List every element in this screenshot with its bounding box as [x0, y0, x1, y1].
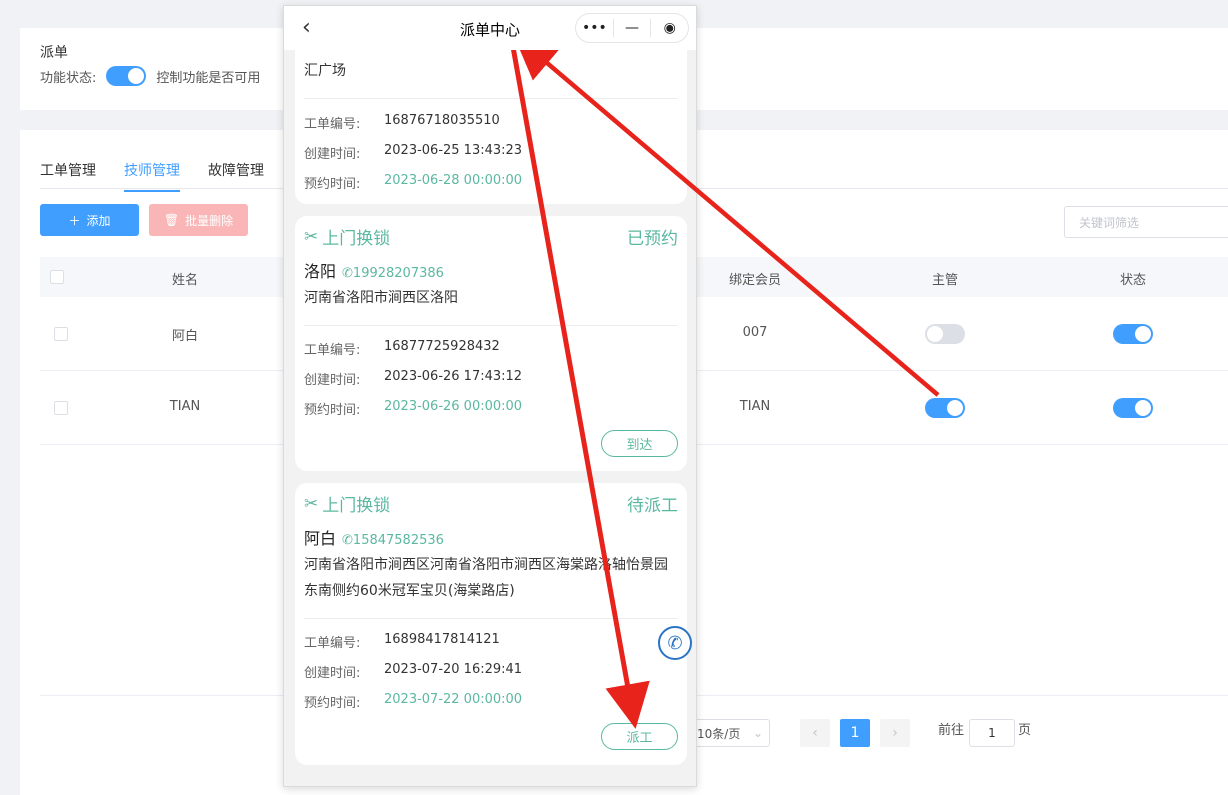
order-divider — [304, 325, 677, 326]
page-size-value: 10条/页 — [697, 726, 741, 741]
function-status-row: 功能状态: 控制功能是否可用 — [40, 66, 260, 86]
booking-label: 预约时间: — [304, 177, 361, 192]
page-size-select[interactable]: 10条/页 ⌄ — [690, 719, 770, 747]
service-type: ✂ 上门换锁 — [304, 224, 391, 250]
trash-icon: 🗑 — [163, 213, 180, 227]
order-no-label: 工单编号: — [304, 117, 361, 132]
function-status-label: 功能状态: — [40, 70, 97, 86]
customer-phone[interactable]: ✆15847582536 — [342, 533, 444, 548]
order-card: ✂ 上门换锁 待派工 阿白 ✆15847582536 河南省洛阳市涧西区河南省洛… — [295, 483, 687, 765]
order-status: 待派工 — [627, 496, 678, 516]
next-page-button[interactable]: › — [880, 719, 910, 747]
service-type: ✂ 上门换锁 — [304, 491, 391, 517]
booking-value: 2023-07-22 00:00:00 — [384, 692, 523, 707]
manager-toggle[interactable] — [925, 324, 965, 344]
row-member: 007 — [742, 325, 768, 340]
row-name: 阿白 — [171, 329, 199, 344]
chevron-down-icon: ⌄ — [752, 726, 763, 740]
created-value: 2023-06-26 17:43:12 — [384, 369, 523, 384]
col-member: 绑定会员 — [728, 273, 782, 288]
service-label: 上门换锁 — [322, 229, 391, 249]
arrive-button[interactable]: 到达 — [601, 430, 678, 457]
goto-label: 前往 — [938, 723, 965, 738]
phone-icon: ✆ — [342, 266, 353, 281]
booking-label: 预约时间: — [304, 403, 361, 418]
goto-page-input[interactable]: 1 — [969, 719, 1015, 747]
batch-delete-button[interactable]: 🗑 批量删除 — [149, 204, 248, 236]
created-label: 创建时间: — [304, 666, 361, 681]
created-label: 创建时间: — [304, 373, 361, 388]
close-circle-icon[interactable]: ◉ — [651, 20, 688, 36]
more-icon[interactable]: ••• — [576, 20, 613, 36]
row-checkbox[interactable] — [54, 401, 68, 415]
customer-name: 阿白 — [304, 529, 337, 548]
wrench-icon: ✂ — [304, 493, 319, 514]
select-all-checkbox[interactable] — [50, 270, 64, 284]
keyword-search-input[interactable]: 关键词筛选 — [1064, 206, 1228, 238]
wrench-icon: ✂ — [304, 226, 319, 247]
customer-info: 阿白 ✆15847582536 — [304, 525, 444, 549]
function-status-toggle[interactable] — [106, 66, 147, 86]
row-member: TIAN — [739, 399, 771, 414]
created-value: 2023-07-20 16:29:41 — [384, 662, 523, 677]
order-address: 汇广场 — [304, 63, 346, 79]
section-title: 派单 — [40, 45, 68, 61]
order-no-value: 16877725928432 — [384, 339, 500, 354]
created-value: 2023-06-25 13:43:23 — [384, 143, 523, 158]
order-no-label: 工单编号: — [304, 343, 361, 358]
order-no-value: 16898417814121 — [384, 632, 500, 647]
customer-name: 洛阳 — [304, 262, 337, 281]
col-name: 姓名 — [171, 273, 199, 288]
created-label: 创建时间: — [304, 147, 361, 162]
page-number-current[interactable]: 1 — [840, 719, 870, 747]
customer-phone[interactable]: ✆19928207386 — [342, 266, 444, 281]
row-name: TIAN — [169, 399, 201, 414]
booking-label: 预约时间: — [304, 696, 361, 711]
manager-toggle[interactable] — [925, 398, 965, 418]
order-no-label: 工单编号: — [304, 636, 361, 651]
booking-value: 2023-06-26 00:00:00 — [384, 399, 523, 414]
function-status-desc: 控制功能是否可用 — [156, 70, 261, 86]
phone-icon: ✆ — [342, 533, 353, 548]
booking-value: 2023-06-28 00:00:00 — [384, 173, 523, 188]
mini-program-window: ‹ 派单中心 ••• — ◉ 汇广场 工单编号: 16876718035510 … — [283, 5, 697, 787]
batch-delete-label: 批量删除 — [185, 213, 234, 228]
col-status: 状态 — [1119, 273, 1147, 288]
order-status: 已预约 — [627, 229, 678, 249]
col-manager: 主管 — [931, 273, 959, 288]
phone-call-icon[interactable]: ✆ — [658, 626, 692, 660]
nav-bar: ‹ 派单中心 ••• — ◉ — [284, 6, 696, 50]
plus-icon: ＋ — [68, 213, 81, 228]
order-address: 河南省洛阳市涧西区河南省洛阳市涧西区海棠路洛轴怡景园东南侧约60米冠军宝贝(海棠… — [304, 557, 668, 599]
status-toggle[interactable] — [1113, 324, 1153, 344]
order-address: 河南省洛阳市涧西区洛阳 — [304, 290, 458, 306]
order-divider — [304, 98, 677, 99]
minimize-icon[interactable]: — — [614, 20, 651, 36]
customer-info: 洛阳 ✆19928207386 — [304, 258, 444, 282]
service-label: 上门换锁 — [322, 496, 391, 516]
row-checkbox[interactable] — [54, 327, 68, 341]
status-toggle[interactable] — [1113, 398, 1153, 418]
order-divider — [304, 618, 677, 619]
order-card: ✂ 上门换锁 已预约 洛阳 ✆19928207386 河南省洛阳市涧西区洛阳 工… — [295, 216, 687, 471]
add-button[interactable]: ＋ 添加 — [40, 204, 139, 236]
prev-page-button[interactable]: ‹ — [800, 719, 830, 747]
add-button-label: 添加 — [86, 213, 111, 228]
capsule-menu: ••• — ◉ — [575, 13, 689, 43]
dispatch-button[interactable]: 派工 — [601, 723, 678, 750]
page-unit: 页 — [1018, 723, 1032, 738]
order-no-value: 16876718035510 — [384, 113, 500, 128]
